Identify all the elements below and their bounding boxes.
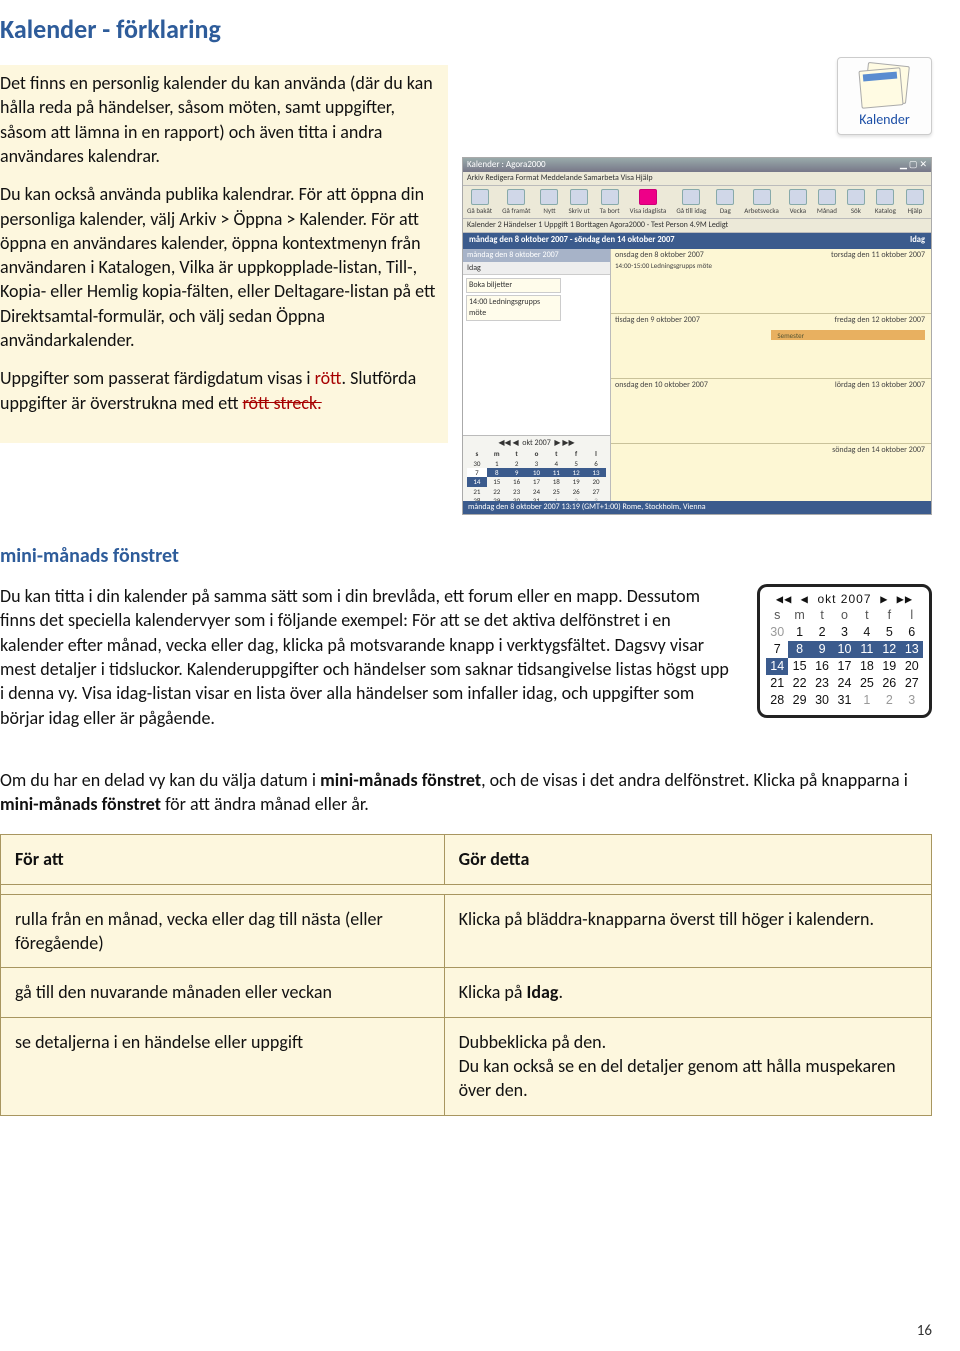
toolbar-day-button: Dag [716, 189, 734, 215]
week-row: tisdag den 9 oktober 2007fredag den 12 o… [611, 314, 931, 379]
toolbar-back-button: Gå bakåt [467, 189, 492, 215]
instructions-table: För att Gör detta rulla från en månad, v… [0, 834, 932, 1115]
status-bar: måndag den 8 oktober 2007 13:19 (GMT+1:0… [463, 501, 931, 514]
intro-p2: Du kan också använda publika kalendrar. … [0, 182, 436, 352]
window-titlebar: Kalender : Agora2000 ▁ ▢ ✕ [463, 158, 931, 172]
calendar-icon [856, 64, 914, 108]
top-row: Det finns en personlig kalender du kan a… [0, 65, 932, 515]
minical-nav: ◀◀ ◀ okt 2007 ▶ ▶▶ [766, 591, 923, 607]
intro-yellow-box: Det finns en personlig kalender du kan a… [0, 65, 448, 443]
minical-table: smtotfl 30123456 78910111213 14151617181… [467, 449, 606, 506]
intro-p3: Uppgifter som passerat färdigdatum visas… [0, 366, 436, 415]
week-row: onsdag den 8 oktober 2007torsdag den 11 … [611, 249, 931, 314]
table-row: se detaljerna i en händelse eller uppgif… [1, 1017, 932, 1115]
today-button-label: Idag [910, 235, 925, 246]
minical-illus-table: smtotfl 30123456 78910111213 14151617181… [766, 607, 923, 708]
screenshot-block: Kalender Kalender : Agora2000 ▁ ▢ ✕ Arki… [462, 65, 932, 515]
toolbar-workweek-button: Arbetsvecka [744, 189, 779, 215]
toolbar-delete-button: Ta bort [600, 189, 620, 215]
week-header: måndag den 8 oktober 2007 - söndag den 1… [463, 233, 931, 248]
toolbar-forward-button: Gå framåt [502, 189, 530, 215]
calendar-app-screenshot: Kalender : Agora2000 ▁ ▢ ✕ Arkiv Rediger… [462, 157, 932, 515]
mini-month-para: Du kan titta i din kalender på samma sät… [0, 584, 729, 730]
th-for-att: För att [1, 835, 445, 884]
week-row: onsdag den 10 oktober 2007lördag den 13 … [611, 379, 931, 444]
toolbar-todaylist-button: Visa idaglista [630, 189, 667, 215]
intro-p1: Det finns en personlig kalender du kan a… [0, 71, 436, 168]
toolbar-gototoday-button: Gå till idag [676, 189, 706, 215]
window-controls-icon: ▁ ▢ ✕ [900, 159, 927, 171]
left-tab: Idag [463, 262, 610, 276]
minical-nav: ◀◀ ◀ okt 2007 ▶ ▶▶ [467, 438, 606, 449]
left-day-column: måndag den 8 oktober 2007 Idag Boka bilj… [463, 249, 611, 510]
cell-instruction: Klicka på Idag. [444, 968, 931, 1017]
kalender-icon-label: Kalender [842, 111, 927, 130]
toolbar-week-button: Vecka [789, 189, 807, 215]
toolbar: Gå bakåt Gå framåt Nytt Skriv ut Ta bort… [463, 186, 931, 219]
toolbar-catalog-button: Katalog [875, 189, 896, 215]
cell-action: rulla från en månad, vecka eller dag til… [1, 894, 445, 968]
left-day-header: måndag den 8 oktober 2007 [463, 249, 610, 262]
page-number: 16 [917, 1321, 932, 1341]
window-title: Kalender : Agora2000 [467, 159, 546, 171]
p3a: Uppgifter som passerat färdigdatum visas… [0, 367, 315, 389]
mini-calendar-embedded: ◀◀ ◀ okt 2007 ▶ ▶▶ smtotfl 30123456 7891… [463, 435, 610, 509]
cell-instruction: Klicka på bläddra-knapparna överst till … [444, 894, 931, 968]
cell-action: gå till den nuvarande månaden eller veck… [1, 968, 445, 1017]
mini-month-para2: Om du har en delad vy kan du välja datum… [0, 768, 932, 817]
table-row: gå till den nuvarande månaden eller veck… [1, 968, 932, 1017]
th-gor-detta: Gör detta [444, 835, 931, 884]
week-grid: onsdag den 8 oktober 2007torsdag den 11 … [611, 249, 931, 510]
event-item: Boka biljetter [466, 278, 561, 293]
subheading-mini-month: mini-månads fönstret [0, 543, 932, 570]
toolbar-month-button: Månad [817, 189, 837, 215]
mini-month-illustration: ◀◀ ◀ okt 2007 ▶ ▶▶ smtotfl 30123456 7891… [757, 584, 932, 717]
page-title: Kalender - förklaring [0, 12, 932, 47]
p3b: rött [315, 367, 342, 389]
toolbar-search-button: Sök [847, 189, 865, 215]
cell-instruction: Dubbeklicka på den. Du kan också se en d… [444, 1017, 931, 1115]
cell-action: se detaljerna i en händelse eller uppgif… [1, 1017, 445, 1115]
kalender-shortcut-icon: Kalender [837, 57, 932, 135]
toolbar-print-button: Skriv ut [568, 189, 589, 215]
event-item: 14:00 Ledningsgrupps möte [466, 295, 561, 321]
week-range: måndag den 8 oktober 2007 - söndag den 1… [469, 235, 675, 246]
day-events: Boka biljetter 14:00 Ledningsgrupps möte [463, 275, 610, 435]
table-row: rulla från en månad, vecka eller dag til… [1, 894, 932, 968]
p3d: rött streck. [243, 392, 322, 414]
toolbar-new-button: Nytt [540, 189, 558, 215]
menubar: Arkiv Redigera Format Meddelande Samarbe… [463, 172, 931, 186]
breadcrumb: Kalender 2 Händelser 1 Uppgift 1 Borttag… [463, 219, 931, 233]
week-row: söndag den 14 oktober 2007 [611, 444, 931, 509]
toolbar-help-button: Hjälp [906, 189, 924, 215]
